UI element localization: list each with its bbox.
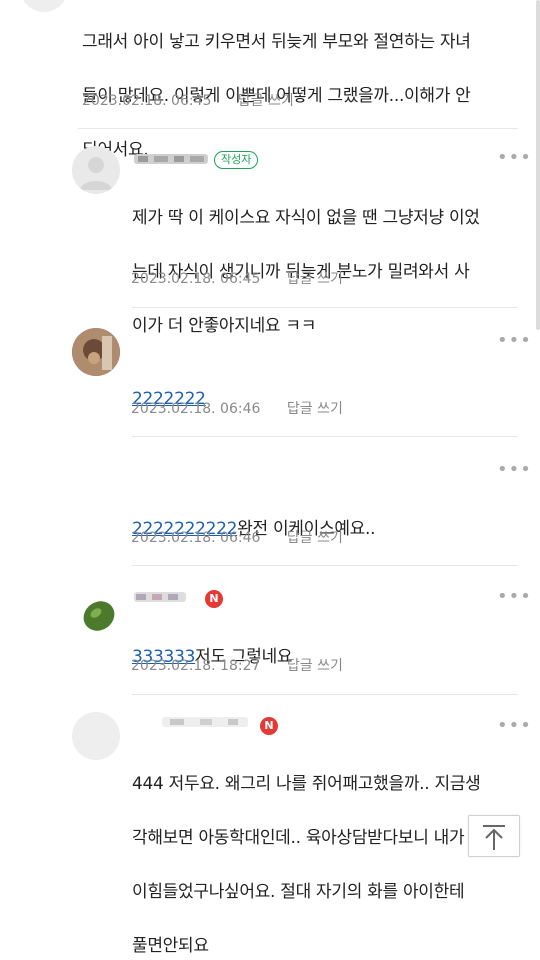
avatar[interactable] xyxy=(80,596,118,634)
comment-date: 2023.02.18. 06:45 xyxy=(131,271,261,287)
comment-text: 그래서 아이 낳고 키우면서 뒤늦게 부모와 절연하는 자녀 들이 많데요. 이… xyxy=(82,32,471,160)
profile-photo-icon xyxy=(83,601,115,631)
scroll-top-button[interactable] xyxy=(468,815,520,857)
new-badge: N xyxy=(205,590,223,608)
comment-text: 제가 딱 이 케이스요 자식이 없을 땐 그냥저냥 이었 는데 자식이 생기니까… xyxy=(132,208,480,336)
default-avatar-icon xyxy=(80,157,112,190)
comment-meta: 2023.02.18. 06:46 답글 쓰기 xyxy=(131,398,343,418)
comment-date: 2023.02.18. 06:46 xyxy=(131,530,261,546)
divider xyxy=(132,565,518,566)
comment-date: 2023.02.18. 18:27 xyxy=(131,658,261,674)
blurred-nickname-graphic xyxy=(162,717,248,727)
more-horizontal-icon[interactable]: ••• xyxy=(497,332,532,350)
divider xyxy=(132,436,518,437)
nickname-blurred[interactable] xyxy=(160,714,252,730)
comment-date: 2023.02.18. 06:46 xyxy=(131,401,261,417)
reply-button[interactable]: 답글 쓰기 xyxy=(287,530,343,546)
comment-meta: 2023.02.18. 06:45 답글 쓰기 xyxy=(131,268,343,288)
comment-meta: 2023.02.18. 06:45 답글 쓰기 xyxy=(82,90,294,110)
more-horizontal-icon[interactable]: ••• xyxy=(497,717,532,735)
new-badge: N xyxy=(260,717,278,735)
reply-button[interactable]: 답글 쓰기 xyxy=(238,93,294,109)
nickname-blurred[interactable] xyxy=(132,151,212,167)
divider xyxy=(132,307,518,308)
arrow-up-to-top-icon xyxy=(483,825,505,850)
more-horizontal-icon[interactable]: ••• xyxy=(497,588,532,606)
comment-meta: 2023.02.18. 18:27 답글 쓰기 xyxy=(131,655,343,675)
avatar[interactable] xyxy=(72,328,120,376)
scrollbar[interactable] xyxy=(536,0,540,330)
blurred-nickname-graphic xyxy=(134,592,186,602)
reply-button[interactable]: 답글 쓰기 xyxy=(287,658,343,674)
author-badge: 작성자 xyxy=(214,151,259,169)
comment-meta: 2023.02.18. 06:46 답글 쓰기 xyxy=(131,527,343,547)
divider xyxy=(132,694,518,695)
reply-button[interactable]: 답글 쓰기 xyxy=(287,401,343,417)
comment-date: 2023.02.18. 06:45 xyxy=(82,93,212,109)
profile-photo-icon xyxy=(72,328,120,376)
avatar[interactable] xyxy=(72,146,120,194)
avatar[interactable] xyxy=(20,0,68,12)
more-horizontal-icon[interactable]: ••• xyxy=(497,149,532,167)
blurred-nickname-graphic xyxy=(134,154,208,164)
more-horizontal-icon[interactable]: ••• xyxy=(497,461,532,479)
avatar[interactable] xyxy=(72,712,120,760)
nickname-blurred[interactable] xyxy=(132,590,192,604)
reply-button[interactable]: 답글 쓰기 xyxy=(287,271,343,287)
divider xyxy=(78,128,518,129)
